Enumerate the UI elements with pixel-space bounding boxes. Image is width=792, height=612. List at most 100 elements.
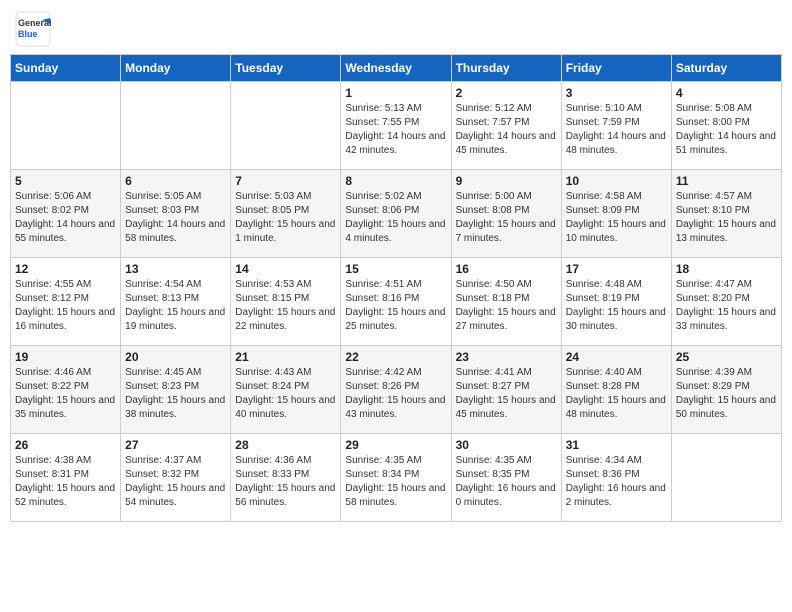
day-of-week-header: Monday [121, 55, 231, 82]
calendar-cell: 21Sunrise: 4:43 AMSunset: 8:24 PMDayligh… [231, 346, 341, 434]
day-info: Sunrise: 5:08 AMSunset: 8:00 PMDaylight:… [676, 102, 777, 158]
day-number: 26 [15, 438, 116, 452]
logo: General Blue [14, 10, 52, 48]
calendar-cell: 16 Sunrise: 4:50 AMSunset: 8:18 PMDayligh… [451, 258, 561, 346]
day-number: 23 [456, 350, 557, 364]
day-number: 18 [676, 262, 777, 276]
day-of-week-header: Tuesday [231, 55, 341, 82]
day-info: Sunrise: 4:51 AMSunset: 8:16 PMDaylight:… [345, 278, 446, 334]
day-number: 29 [345, 438, 446, 452]
calendar-cell: 9 Sunrise: 5:00 AMSunset: 8:08 PMDaylight… [451, 170, 561, 258]
day-info: Sunrise: 4:54 AMSunset: 8:13 PMDaylight:… [125, 278, 226, 334]
day-of-week-header: Wednesday [341, 55, 451, 82]
day-number: 3 [566, 86, 667, 100]
day-info: Sunrise: 4:36 AMSunset: 8:33 PMDaylight:… [235, 454, 336, 510]
day-number: 25 [676, 350, 777, 364]
calendar-cell [11, 82, 121, 170]
day-number: 13 [125, 262, 226, 276]
day-info: Sunrise: 4:48 AMSunset: 8:19 PMDaylight:… [566, 278, 667, 334]
day-number: 17 [566, 262, 667, 276]
day-info: Sunrise: 4:38 AMSunset: 8:31 PMDaylight:… [15, 454, 116, 510]
calendar-cell: 10 Sunrise: 4:58 AMSunset: 8:09 PMDayligh… [561, 170, 671, 258]
day-number: 12 [15, 262, 116, 276]
day-number: 1 [345, 86, 446, 100]
day-info: Sunrise: 4:42 AMSunset: 8:26 PMDaylight:… [345, 366, 446, 422]
calendar-cell: 28 Sunrise: 4:36 AMSunset: 8:33 PMDayligh… [231, 434, 341, 522]
day-number: 15 [345, 262, 446, 276]
day-number: 24 [566, 350, 667, 364]
day-number: 6 [125, 174, 226, 188]
calendar-cell: 30 Sunrise: 4:35 AMSunset: 8:35 PMDayligh… [451, 434, 561, 522]
calendar-cell: 8 Sunrise: 5:02 AMSunset: 8:06 PMDaylight… [341, 170, 451, 258]
day-info: Sunrise: 4:43 AMSunset: 8:24 PMDaylight:… [235, 366, 336, 422]
day-info: Sunrise: 4:47 AMSunset: 8:20 PMDaylight:… [676, 278, 777, 334]
day-info: Sunrise: 4:46 AMSunset: 8:22 PMDaylight:… [15, 366, 116, 422]
calendar-cell: 23 Sunrise: 4:41 AMSunset: 8:27 PMDayligh… [451, 346, 561, 434]
day-info: Sunrise: 4:45 AMSunset: 8:23 PMDaylight:… [125, 366, 226, 422]
day-number: 10 [566, 174, 667, 188]
calendar-cell: 6 Sunrise: 5:05 AMSunset: 8:03 PMDaylight… [121, 170, 231, 258]
calendar-cell: 2Sunrise: 5:12 AMSunset: 7:57 PMDaylight… [451, 82, 561, 170]
day-number: 19 [15, 350, 116, 364]
day-of-week-header: Thursday [451, 55, 561, 82]
day-info: Sunrise: 4:34 AMSunset: 8:36 PMDaylight:… [566, 454, 667, 510]
calendar-cell [121, 82, 231, 170]
day-number: 8 [345, 174, 446, 188]
page-header: General Blue [10, 10, 782, 48]
day-info: Sunrise: 4:35 AMSunset: 8:35 PMDaylight:… [456, 454, 557, 510]
day-info: Sunrise: 5:06 AMSunset: 8:02 PMDaylight:… [15, 190, 116, 246]
day-info: Sunrise: 4:57 AMSunset: 8:10 PMDaylight:… [676, 190, 777, 246]
calendar-cell: 14Sunrise: 4:53 AMSunset: 8:15 PMDayligh… [231, 258, 341, 346]
calendar-cell: 12Sunrise: 4:55 AMSunset: 8:12 PMDayligh… [11, 258, 121, 346]
calendar-cell: 1Sunrise: 5:13 AMSunset: 7:55 PMDaylight… [341, 82, 451, 170]
day-of-week-header: Saturday [671, 55, 781, 82]
day-number: 30 [456, 438, 557, 452]
day-number: 27 [125, 438, 226, 452]
calendar-cell: 7Sunrise: 5:03 AMSunset: 8:05 PMDaylight… [231, 170, 341, 258]
day-info: Sunrise: 5:05 AMSunset: 8:03 PMDaylight:… [125, 190, 226, 246]
calendar-cell: 5 Sunrise: 5:06 AMSunset: 8:02 PMDaylight… [11, 170, 121, 258]
calendar-cell: 18 Sunrise: 4:47 AMSunset: 8:20 PMDayligh… [671, 258, 781, 346]
day-info: Sunrise: 4:58 AMSunset: 8:09 PMDaylight:… [566, 190, 667, 246]
calendar-cell: 24 Sunrise: 4:40 AMSunset: 8:28 PMDayligh… [561, 346, 671, 434]
day-number: 7 [235, 174, 336, 188]
day-number: 4 [676, 86, 777, 100]
svg-text:Blue: Blue [18, 29, 38, 39]
calendar-cell: 26 Sunrise: 4:38 AMSunset: 8:31 PMDayligh… [11, 434, 121, 522]
calendar-cell: 15 Sunrise: 4:51 AMSunset: 8:16 PMDayligh… [341, 258, 451, 346]
day-info: Sunrise: 4:53 AMSunset: 8:15 PMDaylight:… [235, 278, 336, 334]
calendar-cell [671, 434, 781, 522]
day-of-week-header: Sunday [11, 55, 121, 82]
calendar-cell: 11 Sunrise: 4:57 AMSunset: 8:10 PMDayligh… [671, 170, 781, 258]
calendar-cell: 17 Sunrise: 4:48 AMSunset: 8:19 PMDayligh… [561, 258, 671, 346]
day-number: 31 [566, 438, 667, 452]
day-info: Sunrise: 4:35 AMSunset: 8:34 PMDaylight:… [345, 454, 446, 510]
calendar-cell: 31 Sunrise: 4:34 AMSunset: 8:36 PMDayligh… [561, 434, 671, 522]
calendar-cell: 22 Sunrise: 4:42 AMSunset: 8:26 PMDayligh… [341, 346, 451, 434]
calendar-cell: 3 Sunrise: 5:10 AMSunset: 7:59 PMDaylight… [561, 82, 671, 170]
calendar-cell: 27 Sunrise: 4:37 AMSunset: 8:32 PMDayligh… [121, 434, 231, 522]
calendar-cell: 29 Sunrise: 4:35 AMSunset: 8:34 PMDayligh… [341, 434, 451, 522]
day-of-week-header: Friday [561, 55, 671, 82]
day-info: Sunrise: 4:41 AMSunset: 8:27 PMDaylight:… [456, 366, 557, 422]
day-number: 5 [15, 174, 116, 188]
day-info: Sunrise: 4:37 AMSunset: 8:32 PMDaylight:… [125, 454, 226, 510]
day-info: Sunrise: 5:10 AMSunset: 7:59 PMDaylight:… [566, 102, 667, 158]
calendar-cell: 25 Sunrise: 4:39 AMSunset: 8:29 PMDayligh… [671, 346, 781, 434]
day-info: Sunrise: 5:00 AMSunset: 8:08 PMDaylight:… [456, 190, 557, 246]
day-number: 9 [456, 174, 557, 188]
day-info: Sunrise: 5:12 AMSunset: 7:57 PMDaylight:… [456, 102, 557, 158]
day-info: Sunrise: 4:40 AMSunset: 8:28 PMDaylight:… [566, 366, 667, 422]
day-info: Sunrise: 5:02 AMSunset: 8:06 PMDaylight:… [345, 190, 446, 246]
calendar-cell: 19 Sunrise: 4:46 AMSunset: 8:22 PMDayligh… [11, 346, 121, 434]
calendar-cell: 13 Sunrise: 4:54 AMSunset: 8:13 PMDayligh… [121, 258, 231, 346]
calendar-cell: 4 Sunrise: 5:08 AMSunset: 8:00 PMDaylight… [671, 82, 781, 170]
day-number: 22 [345, 350, 446, 364]
day-info: Sunrise: 4:39 AMSunset: 8:29 PMDaylight:… [676, 366, 777, 422]
day-info: Sunrise: 4:50 AMSunset: 8:18 PMDaylight:… [456, 278, 557, 334]
calendar-table: SundayMondayTuesdayWednesdayThursdayFrid… [10, 54, 782, 522]
day-number: 16 [456, 262, 557, 276]
day-number: 28 [235, 438, 336, 452]
day-number: 11 [676, 174, 777, 188]
day-number: 20 [125, 350, 226, 364]
